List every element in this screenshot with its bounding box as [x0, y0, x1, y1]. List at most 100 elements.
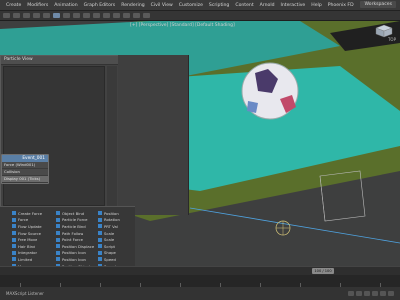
particle-view-title: Particle View [1, 56, 119, 65]
select-icon[interactable] [53, 13, 60, 18]
depot-item[interactable]: Force [12, 217, 58, 224]
depot-item[interactable]: Integrator [12, 250, 58, 257]
depot-item[interactable]: Script [98, 243, 132, 250]
operator-icon [12, 237, 16, 242]
depot-column: Object Bind Particle Force Particle Bind… [56, 210, 102, 269]
depot-item[interactable]: Position Icon [56, 250, 102, 257]
render-setup-icon[interactable] [133, 13, 140, 18]
operator-icon [98, 244, 102, 249]
move-icon[interactable] [73, 13, 80, 18]
main-toolbar [0, 11, 400, 21]
menu-phoenix-fd[interactable]: Phoenix FD [328, 3, 354, 8]
menu-interactive[interactable]: Interactive [281, 3, 306, 8]
operator-icon [98, 217, 102, 222]
unlink-icon[interactable] [33, 13, 40, 18]
depot-item[interactable]: Flow Update [12, 223, 58, 230]
depot-item[interactable]: Speed [98, 256, 132, 263]
menu-modifiers[interactable]: Modifiers [27, 3, 48, 8]
operator-icon [56, 211, 60, 216]
ball-panel [247, 101, 258, 113]
operator-icon [12, 224, 16, 229]
depot-item[interactable]: Flow Source [12, 230, 58, 237]
depot-item[interactable]: Position Icon [56, 256, 102, 263]
operator-icon [12, 211, 16, 216]
track-bar[interactable] [0, 275, 400, 287]
event-node-header[interactable]: Event_001 [2, 155, 48, 162]
menu-help[interactable]: Help [311, 3, 321, 8]
depot-item[interactable]: Free Move [12, 236, 58, 243]
operator-icon [98, 224, 102, 229]
align-icon[interactable] [123, 13, 130, 18]
zoom-icon[interactable] [372, 291, 378, 296]
scale-icon[interactable] [93, 13, 100, 18]
node-operator-row[interactable]: Display 001 (Ticks) [2, 176, 48, 183]
depot-item[interactable]: Object Bind [56, 210, 102, 217]
status-bar: MAXScript Listener [0, 287, 400, 300]
stop-icon[interactable] [364, 291, 370, 296]
workspace-selector[interactable]: Workspaces [360, 1, 396, 8]
menu-animation[interactable]: Animation [54, 3, 77, 8]
depot-item[interactable]: Scale [98, 236, 132, 243]
node-operator-row[interactable]: Force (Wind001) [2, 162, 48, 169]
mirror-icon[interactable] [113, 13, 120, 18]
depot-item[interactable]: Create Force [12, 210, 58, 217]
menu-customize[interactable]: Customize [179, 3, 203, 8]
snap-icon[interactable] [103, 13, 110, 18]
operator-icon [98, 237, 102, 242]
menu-content[interactable]: Content [235, 3, 253, 8]
operator-icon [12, 250, 16, 255]
depot-item[interactable]: Particle Bind [56, 223, 102, 230]
operator-icon [12, 217, 16, 222]
rotate-icon[interactable] [83, 13, 90, 18]
operator-icon [12, 257, 16, 262]
panel-scrollbar[interactable] [107, 66, 117, 206]
depot-item[interactable]: Rotation [98, 217, 132, 224]
time-slider-thumb[interactable]: 100 / 100 [312, 268, 334, 274]
operator-icon [98, 231, 102, 236]
undo-icon[interactable] [3, 13, 10, 18]
operator-icon [12, 244, 16, 249]
depot-item[interactable]: PRT Val [98, 223, 132, 230]
operator-icon [56, 231, 60, 236]
pan-icon[interactable] [380, 291, 386, 296]
depot-item[interactable]: Scale [98, 230, 132, 237]
particle-view-panel: Particle View Event_001 Force (Wind001) … [0, 55, 120, 217]
menu-create[interactable]: Create [6, 3, 21, 8]
depot-item[interactable]: Hair Bind [12, 243, 58, 250]
operator-icon [56, 217, 60, 222]
depot-item[interactable]: Position [98, 210, 132, 217]
menu-scripting[interactable]: Scripting [209, 3, 229, 8]
depot-column: Position Rotation PRT Val Scale Scale Sc… [98, 210, 132, 269]
event-node[interactable]: Event_001 Force (Wind001) Collision Disp… [1, 154, 49, 184]
node-operator-row[interactable]: Collision [2, 169, 48, 176]
viewport-label[interactable]: [+] [Perspective] [Standard] [Default Sh… [130, 23, 235, 28]
render-icon[interactable] [143, 13, 150, 18]
depot-item[interactable]: Shape [98, 250, 132, 257]
play-back-icon[interactable] [348, 291, 354, 296]
menu-civil-view[interactable]: Civil View [151, 3, 173, 8]
menu-arnold[interactable]: Arnold [260, 3, 275, 8]
viewcube-icon[interactable] [374, 24, 394, 38]
maxscript-listener[interactable]: MAXScript Listener [6, 291, 44, 296]
depot-item[interactable]: Limited [12, 256, 58, 263]
bind-icon[interactable] [43, 13, 50, 18]
select-region-icon[interactable] [63, 13, 70, 18]
depot-item[interactable]: Path Follow [56, 230, 102, 237]
orbit-icon[interactable] [388, 291, 394, 296]
depot-item[interactable]: Particle Force [56, 217, 102, 224]
redo-icon[interactable] [13, 13, 20, 18]
operator-icon [56, 250, 60, 255]
menu-rendering[interactable]: Rendering [121, 3, 144, 8]
operator-icon [98, 257, 102, 262]
operator-depot: Create Force Force Flow Update Flow Sour… [0, 206, 135, 269]
menu-graph-editors[interactable]: Graph Editors [84, 3, 116, 8]
depot-item[interactable]: Position Displace [56, 243, 102, 250]
particle-graph-area[interactable] [3, 66, 105, 206]
viewcube-label: TOP [387, 37, 396, 42]
play-icon[interactable] [356, 291, 362, 296]
menu-bar: Create Modifiers Animation Graph Editors… [0, 0, 400, 11]
operator-icon [56, 257, 60, 262]
particle-parameters-panel [118, 55, 189, 215]
depot-item[interactable]: Point Force [56, 236, 102, 243]
link-icon[interactable] [23, 13, 30, 18]
